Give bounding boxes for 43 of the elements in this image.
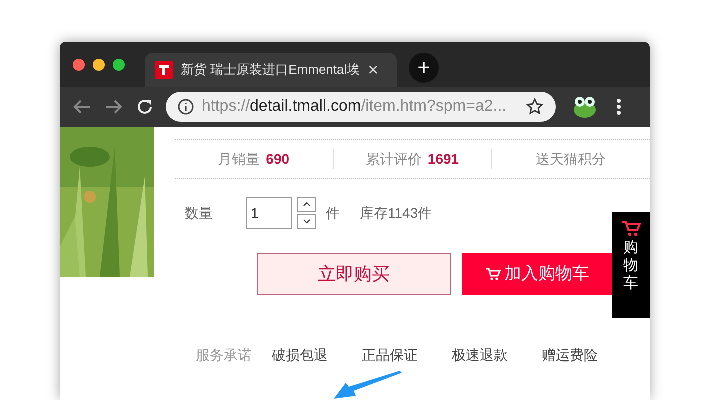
add-to-cart-button[interactable]: 加入购物车: [462, 253, 612, 295]
up-caret-icon: [302, 202, 310, 207]
menu-icon[interactable]: [616, 98, 622, 116]
service-item: 极速退款: [452, 346, 508, 365]
stat-label: 月销量: [218, 150, 260, 168]
tab-title: 新货 瑞士原装进口Emmental埃: [181, 61, 360, 80]
cart-icon: [484, 267, 500, 281]
cart-icon: [621, 220, 641, 237]
browser-tab[interactable]: 新货 瑞士原装进口Emmental埃 ×: [145, 53, 397, 87]
stat-value: 690: [266, 150, 290, 168]
tab-close-button[interactable]: ×: [368, 61, 379, 79]
stat-value: 1691: [428, 150, 460, 168]
buy-now-button[interactable]: 立即购买: [257, 253, 451, 295]
stock-text: 库存1143件: [360, 204, 432, 222]
address-bar[interactable]: https://detail.tmall.com/item.htm?spm=a2...: [166, 92, 556, 122]
quantity-label: 数量: [184, 204, 214, 222]
quantity-field[interactable]: 1: [246, 197, 292, 229]
down-caret-icon: [302, 219, 310, 224]
unit-label: 件: [326, 204, 340, 222]
new-tab-button[interactable]: +: [409, 53, 439, 83]
pointer-arrow: [332, 371, 402, 400]
increase-button[interactable]: [297, 197, 316, 212]
side-cart-tab[interactable]: 购物车: [612, 212, 650, 318]
frog-extension-icon[interactable]: [572, 95, 598, 119]
services-label: 服务承诺: [196, 346, 252, 365]
service-item: 正品保证: [362, 346, 418, 365]
close-window-icon[interactable]: [73, 59, 85, 71]
stat-label: 送天猫积分: [536, 150, 606, 168]
stat-label: 累计评价: [366, 150, 422, 168]
reload-icon[interactable]: [136, 98, 154, 116]
tmall-logo-icon: [155, 61, 173, 79]
minimize-window-icon[interactable]: [93, 59, 105, 71]
maximize-window-icon[interactable]: [113, 59, 125, 71]
back-icon[interactable]: [72, 99, 92, 115]
info-icon: [178, 99, 194, 115]
service-item: 破损包退: [272, 346, 328, 365]
bookmark-star-icon[interactable]: [526, 98, 544, 116]
side-cart-label: 购物车: [624, 239, 638, 293]
decrease-button[interactable]: [297, 214, 316, 229]
forward-icon[interactable]: [104, 99, 124, 115]
service-item: 赠运费险: [542, 346, 598, 365]
url-text: https://detail.tmall.com/item.htm?spm=a2...: [202, 97, 508, 117]
add-to-cart-label: 加入购物车: [504, 263, 590, 286]
